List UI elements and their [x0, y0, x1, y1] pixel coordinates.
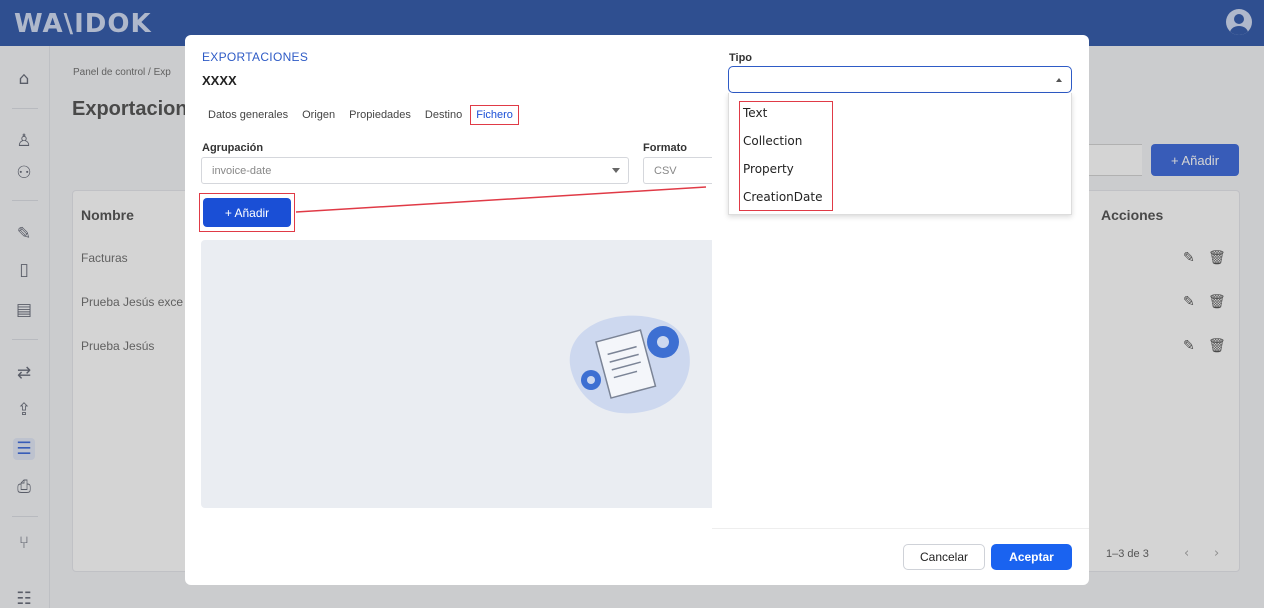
export-modal: EXPORTACIONES XXXX Datos generales Orige… [185, 35, 715, 585]
agrupacion-value: invoice-date [212, 165, 272, 177]
drawer-footer-divider [712, 528, 1089, 529]
agrupacion-select[interactable]: invoice-date [201, 157, 629, 184]
formato-value: CSV [654, 165, 677, 177]
dropdown-option-property[interactable]: Property [743, 162, 794, 176]
accept-button[interactable]: Aceptar [991, 544, 1072, 570]
cancel-button[interactable]: Cancelar [903, 544, 985, 570]
modal-export-name: XXXX [202, 73, 237, 88]
modal-tabs: Datos generales Origen Propiedades Desti… [202, 105, 521, 125]
tab-propiedades[interactable]: Propiedades [343, 105, 417, 125]
dropdown-option-text[interactable]: Text [743, 106, 767, 120]
field-drawer: Tipo Text Collection Property CreationDa… [712, 35, 1089, 585]
tab-datos-generales[interactable]: Datos generales [202, 105, 294, 125]
tipo-select[interactable] [728, 66, 1072, 93]
formato-label: Formato [643, 142, 687, 154]
dropdown-option-collection[interactable]: Collection [743, 134, 802, 148]
chevron-down-icon [612, 168, 620, 173]
tab-fichero[interactable]: Fichero [470, 105, 519, 125]
formato-select[interactable]: CSV [643, 157, 715, 184]
tab-origen[interactable]: Origen [296, 105, 341, 125]
dropdown-option-creationdate[interactable]: CreationDate [743, 190, 822, 204]
add-field-button[interactable]: + Añadir [203, 198, 291, 227]
agrupacion-label: Agrupación [202, 142, 264, 154]
modal-kicker: EXPORTACIONES [202, 50, 309, 64]
empty-state-illustration [569, 315, 690, 414]
empty-state-area [201, 240, 715, 508]
chevron-up-icon [1056, 78, 1062, 82]
tipo-label: Tipo [729, 52, 753, 64]
tab-destino[interactable]: Destino [419, 105, 468, 125]
